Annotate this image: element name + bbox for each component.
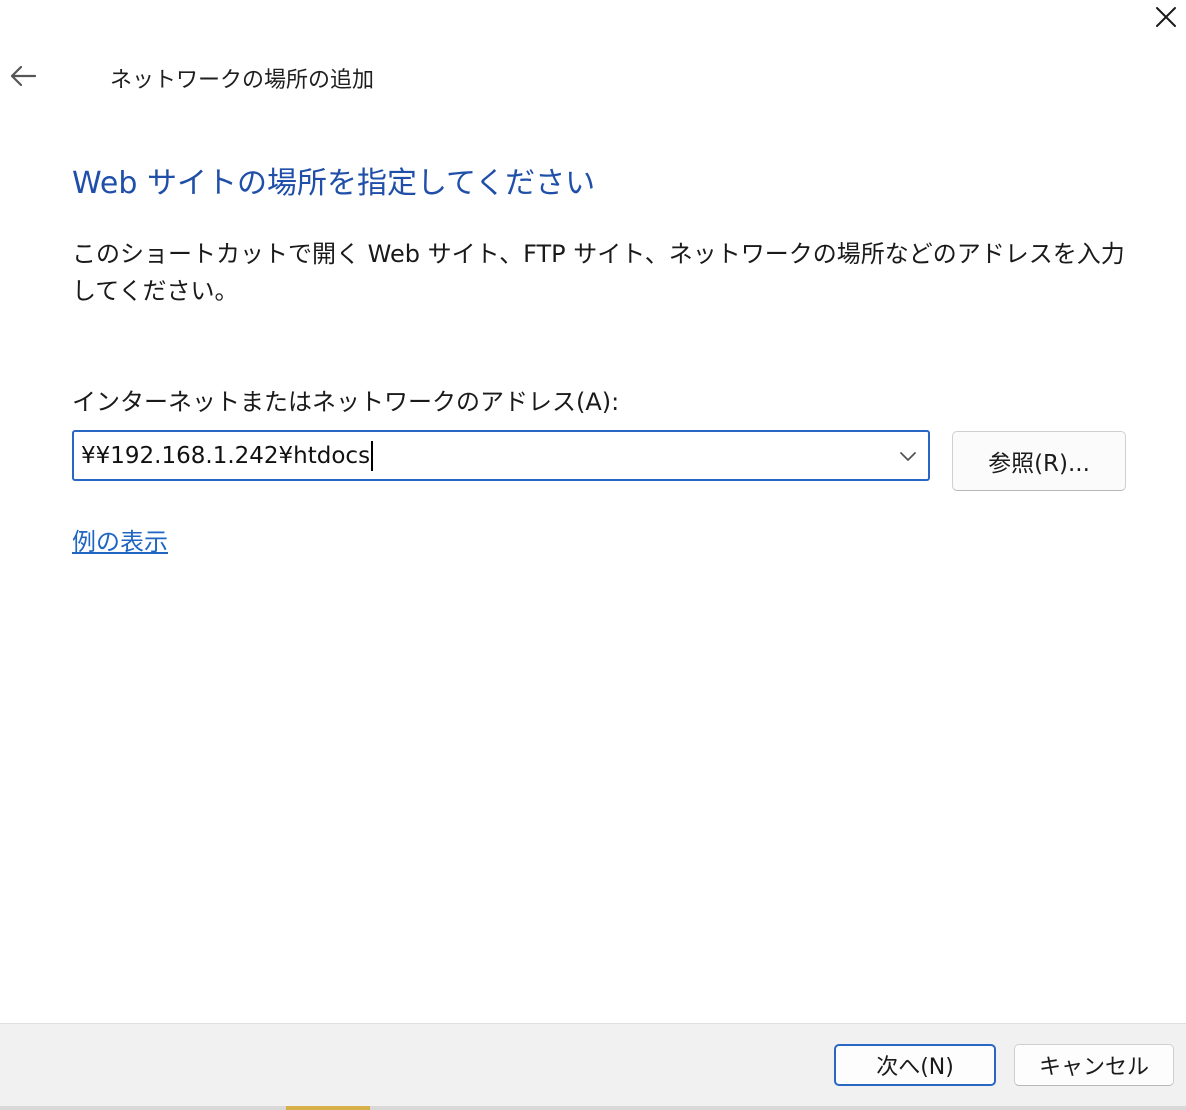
chevron-down-icon (900, 451, 916, 461)
back-arrow-icon (10, 65, 37, 87)
next-button[interactable]: 次へ(N) (834, 1044, 996, 1086)
close-button[interactable] (1146, 0, 1186, 34)
add-network-location-dialog: ネットワークの場所の追加 Web サイトの場所を指定してください このショートカ… (0, 0, 1186, 1106)
address-input[interactable]: ¥¥192.168.1.242¥htdocs (74, 432, 888, 479)
address-input-value: ¥¥192.168.1.242¥htdocs (81, 442, 371, 469)
cancel-button[interactable]: キャンセル (1014, 1044, 1174, 1086)
address-dropdown-button[interactable] (888, 432, 928, 479)
text-caret (371, 440, 374, 471)
taskbar-edge (0, 1106, 1186, 1110)
description-text: このショートカットで開く Web サイト、FTP サイト、ネットワークの場所など… (72, 240, 1125, 305)
dialog-footer: 次へ(N) キャンセル (0, 1023, 1186, 1106)
address-combobox[interactable]: ¥¥192.168.1.242¥htdocs (72, 430, 930, 481)
window-title: ネットワークの場所の追加 (110, 68, 375, 93)
taskbar-item-edge (286, 1106, 370, 1110)
address-label: インターネットまたはネットワークのアドレス(A): (72, 388, 620, 416)
browse-button[interactable]: 参照(R)... (952, 431, 1126, 491)
page-heading: Web サイトの場所を指定してください (72, 166, 596, 201)
close-icon (1156, 7, 1176, 27)
back-button[interactable] (4, 58, 42, 94)
view-examples-link[interactable]: 例の表示 (72, 522, 168, 557)
